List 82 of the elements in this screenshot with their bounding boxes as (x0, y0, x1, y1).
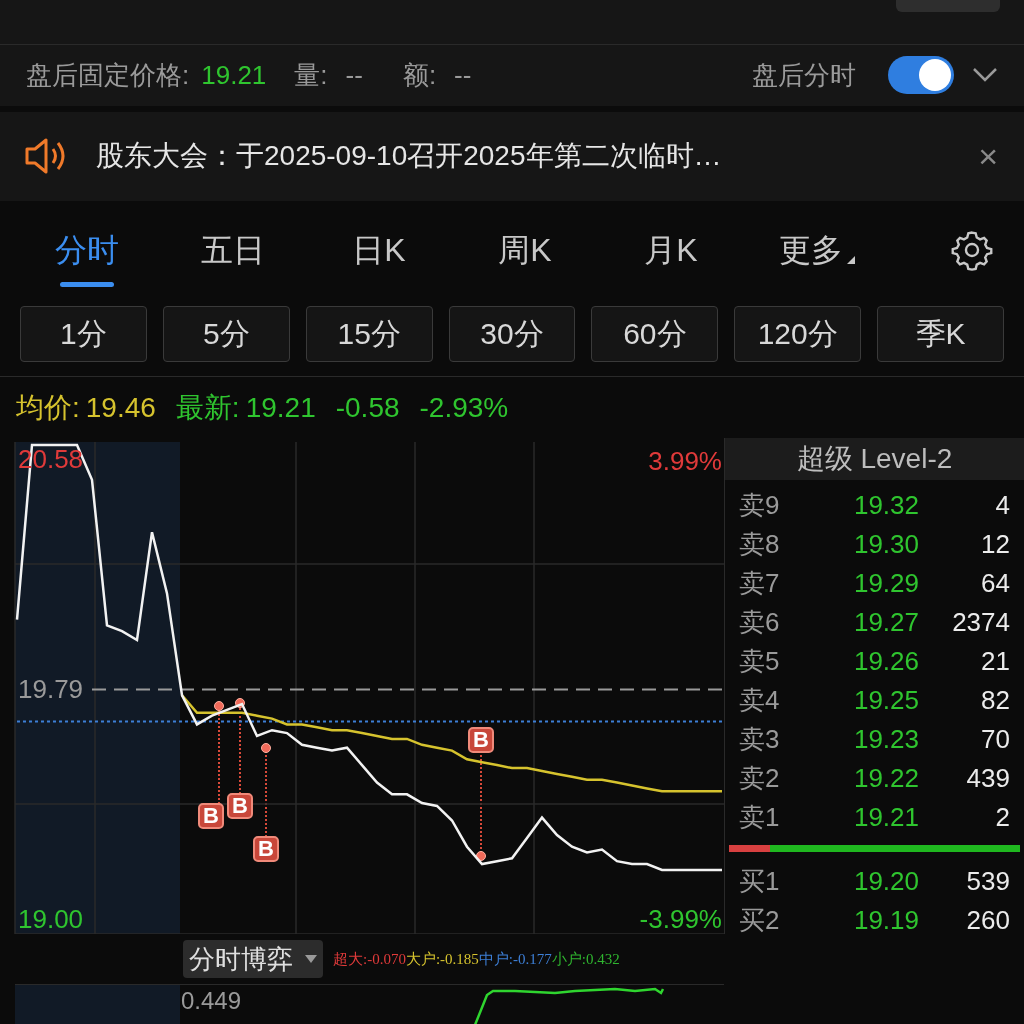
amount-label: 额: (402, 58, 437, 92)
legend-item: 中户:-0.177 (478, 949, 552, 969)
order-price: 19.22 (852, 762, 919, 795)
buy-marker[interactable]: B (468, 727, 494, 753)
order-price: 19.20 (852, 865, 919, 898)
order-volume: 2 (994, 801, 1010, 834)
trade-point-icon (476, 851, 486, 861)
order-level-label: 买2 (739, 904, 781, 937)
period-button[interactable]: 季K (877, 305, 1004, 362)
chart-tab[interactable]: 日K (306, 209, 452, 292)
order-volume: 82 (980, 684, 1010, 717)
period-button[interactable]: 5分 (162, 305, 290, 362)
order-price: 19.25 (852, 684, 919, 717)
order-level-label: 卖6 (739, 606, 781, 639)
order-volume: 539 (965, 865, 1010, 898)
price-label: 盘后固定价格: (26, 58, 190, 92)
order-price: 19.19 (852, 904, 919, 937)
order-level-label: 卖4 (739, 684, 781, 717)
chevron-down-icon[interactable] (972, 67, 998, 84)
trade-point-icon (235, 698, 245, 708)
price-change: -0.58 (335, 390, 400, 425)
axis-tick-label: 19.00 (17, 906, 85, 933)
up-percent-label: 3.99% (648, 448, 722, 474)
order-volume: 12 (980, 528, 1010, 561)
order-price: 19.21 (852, 801, 919, 834)
order-volume: 2374 (951, 606, 1010, 639)
order-price: 19.26 (852, 645, 919, 678)
order-price: 19.27 (852, 606, 919, 639)
trade-point-icon (261, 743, 271, 753)
order-price: 19.32 (852, 489, 919, 522)
order-book-title: 超级 Level-2 (725, 438, 1024, 480)
order-price: 19.23 (852, 723, 919, 756)
indicator-selector[interactable]: 分时博弈 (183, 940, 323, 978)
order-level-label: 卖3 (739, 723, 781, 756)
order-price: 19.29 (852, 567, 919, 600)
close-button[interactable]: × (978, 139, 998, 174)
amount-value: -- (454, 58, 472, 92)
chart-tab[interactable]: 五日 (160, 209, 306, 292)
chart-tab[interactable]: 分时 (14, 209, 160, 292)
toggle-label: 盘后分时 (752, 58, 856, 92)
order-level-label: 卖8 (739, 528, 781, 561)
legend-item: 大户:-0.185 (405, 949, 479, 969)
settings-icon[interactable] (950, 228, 994, 273)
order-price: 19.30 (852, 528, 919, 561)
order-level-label: 卖1 (739, 801, 781, 834)
order-level-label: 卖2 (739, 762, 781, 795)
average-price: 19.46 (85, 390, 156, 425)
period-button[interactable]: 30分 (448, 305, 576, 362)
period-button[interactable]: 15分 (305, 305, 433, 362)
period-button[interactable]: 1分 (20, 305, 147, 362)
order-volume: 21 (980, 645, 1010, 678)
average-label: 均价: (16, 390, 80, 425)
down-percent-label: -3.99% (639, 906, 722, 932)
chart-tab[interactable]: 月K (598, 209, 744, 292)
order-level-label: 卖5 (739, 645, 781, 678)
order-volume: 4 (994, 489, 1010, 522)
order-level-label: 卖9 (739, 489, 781, 522)
latest-label: 最新: (175, 390, 240, 425)
price-value: 19.21 (201, 58, 267, 92)
chart-tab[interactable]: 周K (452, 209, 598, 292)
toggle-switch[interactable] (888, 56, 954, 95)
buy-marker[interactable]: B (227, 793, 253, 819)
legend-item: 超大:-0.070 (333, 949, 406, 969)
buy-marker[interactable]: B (253, 836, 279, 862)
axis-value-label: 0.449 (181, 989, 242, 1013)
order-volume: 70 (980, 723, 1010, 756)
legend-item: 小户:0.432 (551, 949, 620, 969)
volume-value: -- (345, 58, 363, 92)
buy-marker[interactable]: B (198, 803, 224, 829)
order-volume: 439 (965, 762, 1010, 795)
order-level-label: 买1 (739, 865, 781, 898)
notice-text[interactable]: 股东大会：于2025-09-10召开2025年第二次临时… (96, 135, 722, 178)
period-button[interactable]: 120分 (734, 305, 862, 362)
order-volume: 260 (965, 904, 1010, 937)
order-volume: 64 (980, 567, 1010, 600)
chart-tab[interactable]: 更多 (744, 209, 890, 292)
trade-point-icon (214, 701, 224, 711)
latest-price: 19.21 (245, 390, 316, 425)
period-button[interactable]: 60分 (591, 305, 719, 362)
percent-change: -2.93% (419, 390, 509, 425)
volume-label: 量: (294, 58, 328, 92)
order-level-label: 卖7 (739, 567, 781, 600)
